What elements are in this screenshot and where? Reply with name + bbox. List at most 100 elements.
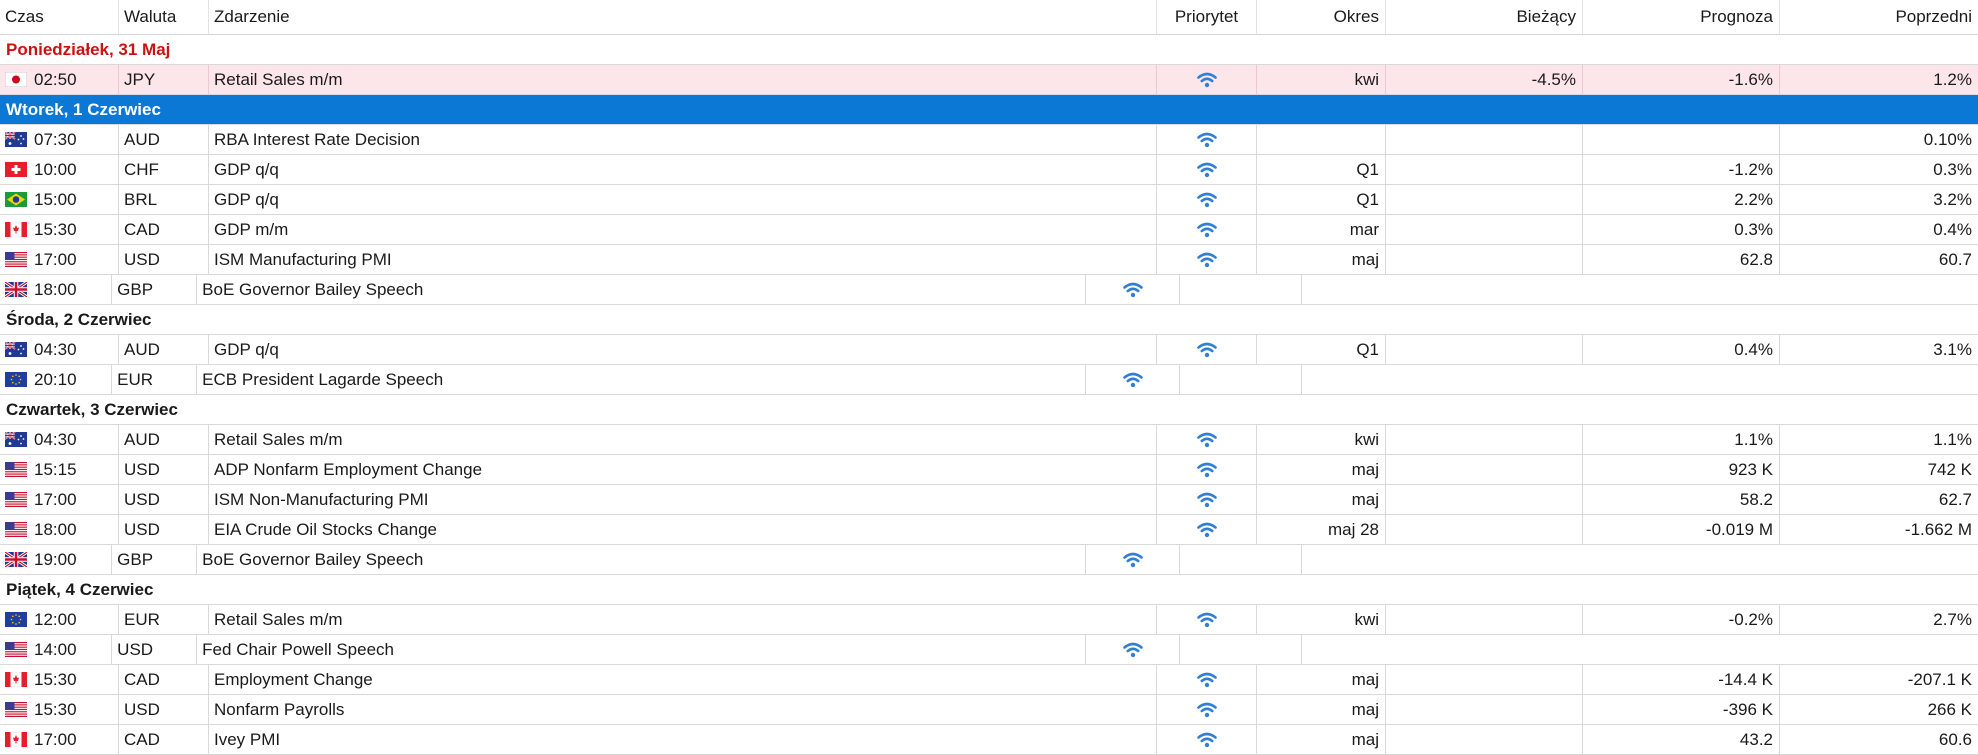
column-header-poprzedni[interactable]: Poprzedni <box>1780 0 1978 34</box>
priority-signal-icon <box>1196 72 1217 88</box>
column-header-prognoza[interactable]: Prognoza <box>1583 0 1780 34</box>
event-row[interactable]: 18:00 USD EIA Crude Oil Stocks Change maj 2… <box>0 515 1978 545</box>
day-header[interactable]: Piątek, 4 Czerwiec <box>0 575 1978 605</box>
priority-cell <box>1157 245 1257 274</box>
event-row[interactable]: 18:00 GBP BoE Governor Bailey Speech <box>0 275 1978 305</box>
event-time-cell: 20:10 <box>0 365 113 394</box>
eu-flag-icon <box>5 372 27 387</box>
event-time: 15:30 <box>34 669 77 689</box>
event-time-cell: 15:30 <box>0 695 119 724</box>
priority-signal-icon <box>1196 132 1217 148</box>
priority-cell <box>1157 125 1257 154</box>
event-previous: 0.10% <box>1923 129 1972 149</box>
event-forecast: 2.2% <box>1583 185 1780 214</box>
event-row[interactable]: 14:00 USD Fed Chair Powell Speech <box>0 635 1978 665</box>
event-time-cell: 18:00 <box>0 275 113 304</box>
event-period: maj <box>1257 695 1386 724</box>
priority-signal-icon <box>1122 372 1143 388</box>
event-time-cell: 15:30 <box>0 215 119 244</box>
day-header[interactable]: Czwartek, 3 Czerwiec <box>0 395 1978 425</box>
priority-cell <box>1086 365 1181 394</box>
event-row[interactable]: 15:30 CAD Employment Change maj -14.4 K -207.… <box>0 665 1978 695</box>
event-name: EIA Crude Oil Stocks Change <box>209 515 1157 544</box>
event-currency: EUR <box>112 365 198 394</box>
event-row[interactable]: 17:00 USD ISM Non-Manufacturing PMI maj 58.2… <box>0 485 1978 515</box>
priority-signal-icon <box>1196 612 1217 628</box>
event-actual <box>1386 425 1583 454</box>
event-row[interactable]: 12:00 EUR Retail Sales m/m kwi -0.2% 2.7% <box>0 605 1978 635</box>
event-period: Q1 <box>1257 185 1386 214</box>
column-header-biezacy[interactable]: Bieżący <box>1386 0 1583 34</box>
event-previous: -207.1 K <box>1907 669 1972 689</box>
event-row[interactable]: 15:30 CAD GDP m/m mar 0.3% 0.4% <box>0 215 1978 245</box>
event-period: maj 28 <box>1257 515 1386 544</box>
event-currency: CAD <box>119 215 209 244</box>
event-name: GDP q/q <box>209 185 1157 214</box>
event-row[interactable]: 15:30 USD Nonfarm Payrolls maj -396 K 266 K <box>0 695 1978 725</box>
event-row[interactable]: 15:00 BRL GDP q/q Q1 2.2% 3.2% <box>0 185 1978 215</box>
priority-cell <box>1157 725 1257 754</box>
event-currency: AUD <box>119 425 209 454</box>
event-forecast: 0.3% <box>1583 215 1780 244</box>
priority-cell <box>1157 515 1257 544</box>
event-forecast: -0.019 M <box>1583 515 1780 544</box>
event-row[interactable]: 07:30 AUD RBA Interest Rate Decision 0.10% <box>0 125 1978 155</box>
event-actual <box>1386 665 1583 694</box>
event-time-cell: 17:00 <box>0 485 119 514</box>
event-name: ISM Non-Manufacturing PMI <box>209 485 1157 514</box>
event-time: 15:15 <box>34 459 77 479</box>
column-header-zdarzenie[interactable]: Zdarzenie <box>209 0 1157 34</box>
event-forecast: 923 K <box>1583 455 1780 484</box>
us-flag-icon <box>5 252 27 267</box>
column-header-waluta[interactable]: Waluta <box>119 0 209 34</box>
event-currency: USD <box>112 635 198 664</box>
au-flag-icon <box>5 132 27 147</box>
event-forecast: 1.1% <box>1583 425 1780 454</box>
event-row[interactable]: 19:00 GBP BoE Governor Bailey Speech <box>0 545 1978 575</box>
event-period: maj <box>1257 485 1386 514</box>
priority-cell <box>1157 605 1257 634</box>
event-row[interactable]: 15:15 USD ADP Nonfarm Employment Change maj… <box>0 455 1978 485</box>
priority-signal-icon <box>1196 252 1217 268</box>
event-currency: USD <box>119 245 209 274</box>
priority-signal-icon <box>1196 492 1217 508</box>
event-row[interactable]: 17:00 USD ISM Manufacturing PMI maj 62.8 60.7 <box>0 245 1978 275</box>
event-row[interactable]: 17:00 CAD Ivey PMI maj 43.2 60.6 <box>0 725 1978 755</box>
event-previous: 1.1% <box>1933 429 1972 449</box>
event-forecast: 0.4% <box>1583 335 1780 364</box>
event-time: 18:00 <box>34 279 77 299</box>
priority-cell <box>1157 215 1257 244</box>
event-row[interactable]: 20:10 EUR ECB President Lagarde Speech <box>0 365 1978 395</box>
column-header-okres[interactable]: Okres <box>1257 0 1386 34</box>
event-row[interactable]: 04:30 AUD GDP q/q Q1 0.4% 3.1% <box>0 335 1978 365</box>
gb-flag-icon <box>5 282 27 297</box>
day-header[interactable]: Wtorek, 1 Czerwiec <box>0 95 1978 125</box>
event-time-cell: 14:00 <box>0 635 113 664</box>
ca-flag-icon <box>5 222 27 237</box>
event-name: ECB President Lagarde Speech <box>197 365 1086 394</box>
empty-values-cell <box>1302 275 1978 304</box>
day-header[interactable]: Poniedziałek, 31 Maj <box>0 35 1978 65</box>
column-header-priorytet[interactable]: Priorytet <box>1157 0 1257 34</box>
event-row[interactable]: 02:50 JPY Retail Sales m/m kwi -4.5% -1.6% 1.2… <box>0 65 1978 95</box>
day-header[interactable]: Środa, 2 Czerwiec <box>0 305 1978 335</box>
priority-cell <box>1157 185 1257 214</box>
event-time: 04:30 <box>34 429 77 449</box>
event-name: BoE Governor Bailey Speech <box>197 545 1086 574</box>
ch-flag-icon <box>5 162 27 177</box>
event-time: 17:00 <box>34 489 77 509</box>
event-forecast: -14.4 K <box>1583 665 1780 694</box>
us-flag-icon <box>5 462 27 477</box>
priority-signal-icon <box>1196 462 1217 478</box>
event-row[interactable]: 04:30 AUD Retail Sales m/m kwi 1.1% 1.1% <box>0 425 1978 455</box>
column-header-czas[interactable]: Czas <box>0 0 119 34</box>
event-actual <box>1386 455 1583 484</box>
event-name: Ivey PMI <box>209 725 1157 754</box>
event-time: 17:00 <box>34 249 77 269</box>
event-row[interactable]: 10:00 CHF GDP q/q Q1 -1.2% 0.3% <box>0 155 1978 185</box>
event-actual <box>1386 185 1583 214</box>
event-currency: USD <box>119 485 209 514</box>
priority-cell <box>1157 155 1257 184</box>
us-flag-icon <box>5 522 27 537</box>
event-previous: 60.6 <box>1938 729 1972 749</box>
